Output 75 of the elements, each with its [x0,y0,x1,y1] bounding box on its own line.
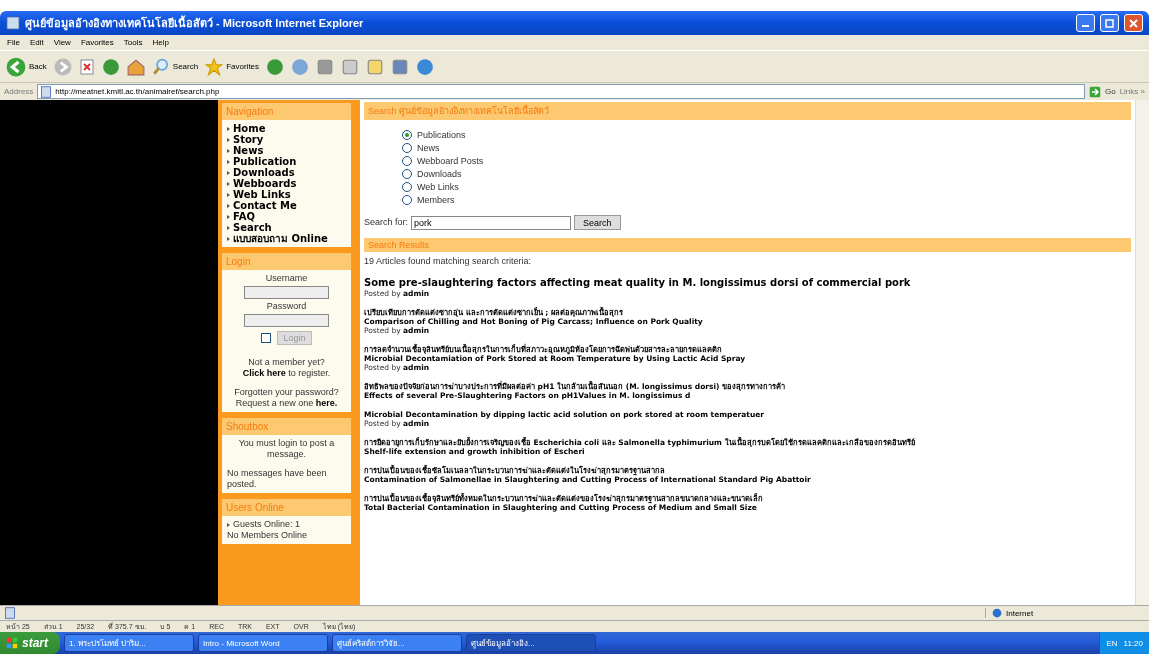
members-online-text: No Members Online [227,530,308,541]
panel-heading: Users Online [222,499,351,516]
panel-heading: Navigation [222,103,351,120]
nav-link[interactable]: Web Links [227,189,291,200]
radio-option[interactable]: Web Links [402,182,1131,192]
taskbar-button[interactable]: 1. พระปรโมทย์ ปาริม... [64,634,194,652]
home-icon [126,57,145,76]
results-summary: 19 Articles found matching search criteria: [364,256,533,267]
menu-item[interactable]: Edit [26,38,47,47]
menu-item[interactable]: Help [149,38,172,47]
go-arrow-icon [1088,85,1101,98]
nav-link[interactable]: News [227,145,264,156]
username-field[interactable] [244,286,329,299]
menu-item[interactable]: Tools [120,38,146,47]
page-icon [40,85,53,98]
nav-link[interactable]: Publication [227,156,297,167]
maximize-icon [1105,18,1114,28]
password-field[interactable] [244,314,329,327]
nav-link[interactable]: Home [227,123,266,134]
taskbar-button[interactable]: ศูนย์คริสต์การวิจัย... [332,634,462,652]
menu-item[interactable]: View [50,38,74,47]
password-label: Password [266,301,307,312]
scrollbar[interactable] [1135,100,1149,605]
address-label: Address [4,87,34,96]
windows-logo-icon [6,637,18,649]
menu-item[interactable]: File [4,38,23,47]
page-icon [4,607,16,619]
panel-heading: Login [222,253,351,270]
remember-checkbox[interactable] [261,333,272,343]
nav-link[interactable]: Webboards [227,178,297,189]
maximize-button[interactable] [1100,14,1119,32]
go-button[interactable]: Go [1104,87,1116,96]
nav-link[interactable]: Search [227,222,272,233]
nav-link[interactable]: แบบสอบถาม Online [227,233,328,244]
stop-icon [78,58,95,75]
toolbar-button[interactable]: Back [6,56,47,77]
zone-text: Internet [1006,608,1034,618]
shoutbox-message: No messages have been posted. [227,468,328,490]
section-heading: Search ศูนย์ข้อมูลอ้างอิงทางเทคโนโลยีเนื้อสัตว์ [364,102,1131,120]
links-button[interactable]: Links » [1119,87,1145,96]
radio-option[interactable]: News [402,143,1131,153]
radio-option[interactable]: Downloads [402,169,1131,179]
search-label: Search for: [364,217,409,228]
nav-link[interactable]: FAQ [227,211,255,222]
radio-option[interactable]: Webboard Posts [402,156,1131,166]
taskbar-button[interactable]: Intro - Microsoft Word [198,634,328,652]
address-field[interactable]: http://meatnet.kmitl.ac.th/animalref/search.php [37,84,1085,99]
nav-link[interactable]: Downloads [227,167,295,178]
search-field[interactable]: pork [411,215,572,230]
radio-option[interactable]: Publications [402,130,1131,140]
article-title[interactable]: Some pre-slaughtering factors affecting meat quality in M. longissimus dorsi of commercial pork [364,277,1131,289]
panel-heading: Shoutbox [222,418,351,435]
minimize-button[interactable] [1076,14,1095,32]
username-label: Username [265,273,308,284]
radio-option[interactable]: Members [402,195,1131,205]
search-button[interactable]: Search [574,215,621,230]
toolbar-button[interactable]: Favorites [205,57,260,76]
register-text: Not a member yet? Click here to register. [242,357,331,379]
star-icon [205,57,224,76]
browser-icon [6,16,20,30]
toolbar-button[interactable]: Search [151,57,199,76]
clock: 11:20 [1123,638,1143,648]
nav-link[interactable]: Story [227,134,264,145]
taskbar-button[interactable]: ศูนย์ข้อมูลอ้างอิง... [466,634,596,652]
section-heading: Search Results [364,238,1131,252]
window-title: ศูนย์ข้อมูลอ้างอิงทางเทคโนโลยีเนื้อสัตว์ - Microsoft Internet Explorer [25,14,365,32]
forgot-password-text: Forgotten your password? Request a new one here. [234,387,339,409]
magnifier-icon [151,57,170,76]
shoutbox-message: You must login to post a message. [237,438,336,460]
guests-online-text: Guests Online: 1 [227,519,301,530]
close-button[interactable] [1124,14,1143,32]
start-button[interactable]: start [0,632,60,654]
menu-item[interactable]: Favorites [77,38,117,47]
close-icon [1129,18,1138,28]
nav-link[interactable]: Contact Me [227,200,297,211]
